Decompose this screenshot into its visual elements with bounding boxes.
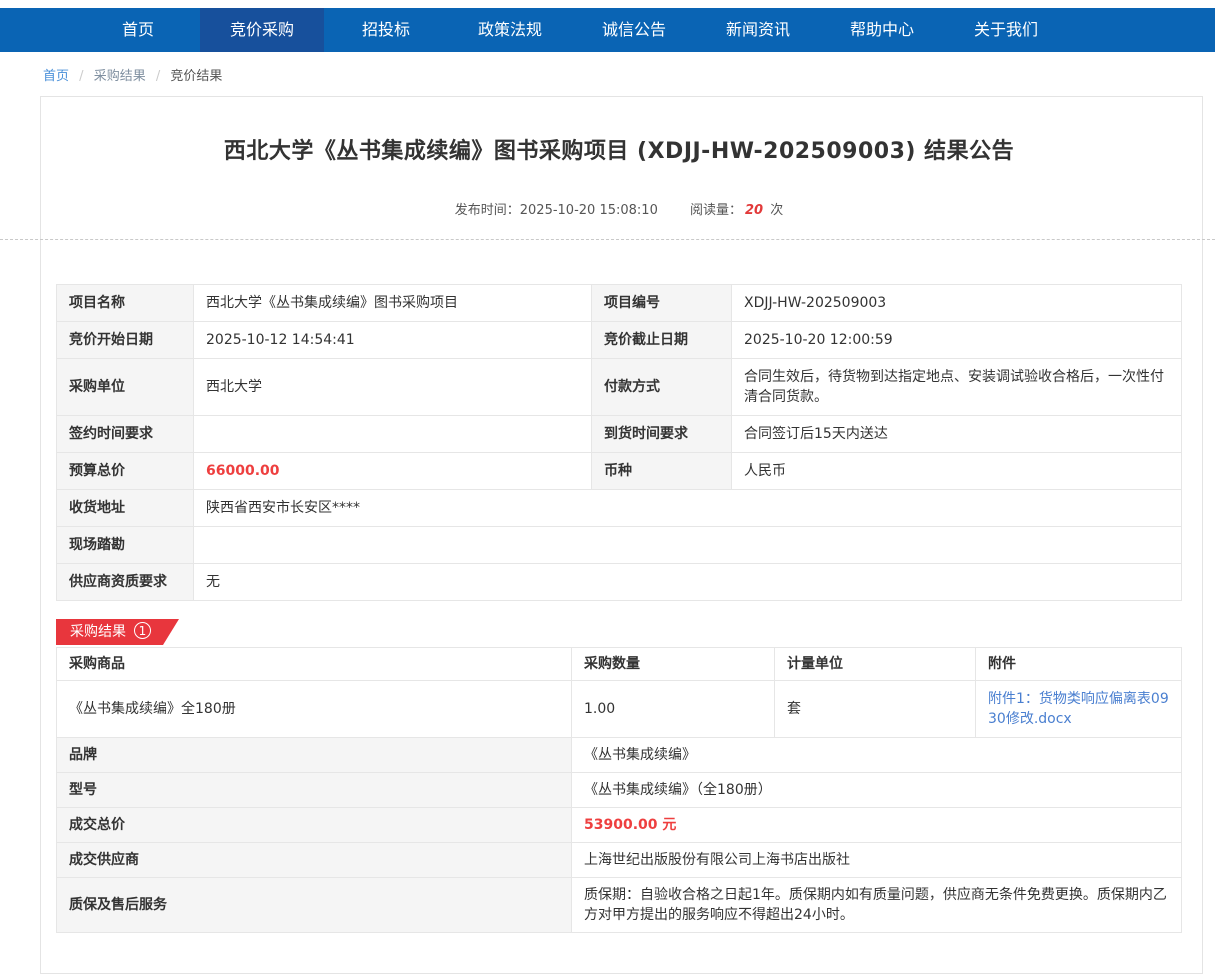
nav-item-policies[interactable]: 政策法规 <box>448 8 572 52</box>
project-info-table: 项目名称 西北大学《丛书集成续编》图书采购项目 项目编号 XDJJ-HW-202… <box>56 284 1182 601</box>
supplier-value: 上海世纪出版股份有限公司上海书店出版社 <box>572 843 1182 878</box>
table-row: 品牌 《丛书集成续编》 <box>57 738 1182 773</box>
nav-item-integrity-notice[interactable]: 诚信公告 <box>572 8 696 52</box>
purchase-result-badge: 采购结果 1 <box>56 619 179 645</box>
field-label: 竞价开始日期 <box>57 322 194 359</box>
purchase-quantity: 1.00 <box>572 681 775 738</box>
table-row: 签约时间要求 到货时间要求 合同签订后15天内送达 <box>57 416 1182 453</box>
field-label: 币种 <box>592 453 732 490</box>
field-label: 收货地址 <box>57 490 194 527</box>
purchase-result-table: 采购商品 采购数量 计量单位 附件 《丛书集成续编》全180册 1.00 套 附… <box>56 647 1182 933</box>
field-label: 项目名称 <box>57 285 194 322</box>
field-label: 签约时间要求 <box>57 416 194 453</box>
field-value: 西北大学《丛书集成续编》图书采购项目 <box>194 285 592 322</box>
column-header-quantity: 采购数量 <box>572 648 775 681</box>
field-value: 2025-10-20 12:00:59 <box>732 322 1182 359</box>
view-count-label: 阅读量： <box>690 203 742 218</box>
view-count-value: 20 <box>745 203 763 218</box>
field-value <box>194 416 592 453</box>
table-row: 竞价开始日期 2025-10-12 14:54:41 竞价截止日期 2025-1… <box>57 322 1182 359</box>
article-meta: 发布时间：2025-10-20 15:08:10 阅读量：20 次 <box>56 199 1182 218</box>
nav-item-news[interactable]: 新闻资讯 <box>696 8 820 52</box>
warranty-value: 质保期：自验收合格之日起1年。质保期内如有质量问题，供应商无条件免费更换。质保期… <box>572 878 1182 933</box>
view-count: 阅读量：20 次 <box>690 203 783 218</box>
publish-time-label: 发布时间： <box>455 203 520 218</box>
column-header-attachment: 附件 <box>976 648 1182 681</box>
field-value: 陕西省西安市长安区**** <box>194 490 1182 527</box>
field-label: 现场踏勘 <box>57 527 194 564</box>
column-header-unit: 计量单位 <box>775 648 976 681</box>
breadcrumb-separator: / <box>156 69 160 84</box>
table-row: 《丛书集成续编》全180册 1.00 套 附件1：货物类响应偏离表0930修改.… <box>57 681 1182 738</box>
table-row: 质保及售后服务 质保期：自验收合格之日起1年。质保期内如有质量问题，供应商无条件… <box>57 878 1182 933</box>
field-value: 合同签订后15天内送达 <box>732 416 1182 453</box>
field-label: 成交供应商 <box>57 843 572 878</box>
nav-item-bidding-purchase[interactable]: 竞价采购 <box>200 8 324 52</box>
top-navbar: 首页 竞价采购 招投标 政策法规 诚信公告 新闻资讯 帮助中心 关于我们 <box>0 8 1215 52</box>
view-count-unit: 次 <box>770 203 783 218</box>
publish-time-value: 2025-10-20 15:08:10 <box>520 203 658 218</box>
field-label: 付款方式 <box>592 359 732 416</box>
field-label: 竞价截止日期 <box>592 322 732 359</box>
nav-item-tender[interactable]: 招投标 <box>324 8 448 52</box>
product-name: 《丛书集成续编》全180册 <box>57 681 572 738</box>
breadcrumb: 首页 / 采购结果 / 竞价结果 <box>43 65 1215 84</box>
field-value: 《丛书集成续编》 <box>572 738 1182 773</box>
nav-item-home[interactable]: 首页 <box>76 8 200 52</box>
table-row: 采购单位 西北大学 付款方式 合同生效后，待货物到达指定地点、安装调试验收合格后… <box>57 359 1182 416</box>
column-header-product: 采购商品 <box>57 648 572 681</box>
table-row: 供应商资质要求 无 <box>57 564 1182 601</box>
field-label: 质保及售后服务 <box>57 878 572 933</box>
purchase-result-badge-label: 采购结果 <box>70 624 126 640</box>
breadcrumb-home-link[interactable]: 首页 <box>43 69 69 84</box>
table-row: 成交总价 53900.00 元 <box>57 808 1182 843</box>
table-row: 型号 《丛书集成续编》（全180册） <box>57 773 1182 808</box>
budget-total-value: 66000.00 <box>194 453 592 490</box>
field-label: 采购单位 <box>57 359 194 416</box>
field-value: 《丛书集成续编》（全180册） <box>572 773 1182 808</box>
field-value: 2025-10-12 14:54:41 <box>194 322 592 359</box>
breadcrumb-separator: / <box>79 69 83 84</box>
field-value: XDJJ-HW-202509003 <box>732 285 1182 322</box>
breadcrumb-purchase-results-link[interactable]: 采购结果 <box>94 69 146 84</box>
publish-time: 发布时间：2025-10-20 15:08:10 <box>455 203 658 218</box>
breadcrumb-current-page: 竞价结果 <box>170 69 222 84</box>
field-label: 成交总价 <box>57 808 572 843</box>
attachment-link[interactable]: 附件1：货物类响应偏离表0930修改.docx <box>988 691 1169 727</box>
result-count-badge: 1 <box>134 622 151 639</box>
table-row: 成交供应商 上海世纪出版股份有限公司上海书店出版社 <box>57 843 1182 878</box>
announcement-card: 西北大学《丛书集成续编》图书采购项目 (XDJJ-HW-202509003) 结… <box>40 96 1203 974</box>
page-title: 西北大学《丛书集成续编》图书采购项目 (XDJJ-HW-202509003) 结… <box>56 133 1182 165</box>
dashed-divider <box>0 239 1215 240</box>
measure-unit: 套 <box>775 681 976 738</box>
nav-item-about-us[interactable]: 关于我们 <box>944 8 1068 52</box>
deal-price-value: 53900.00 元 <box>572 808 1182 843</box>
field-value: 西北大学 <box>194 359 592 416</box>
table-row: 收货地址 陕西省西安市长安区**** <box>57 490 1182 527</box>
field-label: 到货时间要求 <box>592 416 732 453</box>
field-label: 供应商资质要求 <box>57 564 194 601</box>
table-row: 项目名称 西北大学《丛书集成续编》图书采购项目 项目编号 XDJJ-HW-202… <box>57 285 1182 322</box>
field-label: 预算总价 <box>57 453 194 490</box>
field-value: 人民币 <box>732 453 1182 490</box>
nav-item-help-center[interactable]: 帮助中心 <box>820 8 944 52</box>
field-value: 无 <box>194 564 1182 601</box>
field-value <box>194 527 1182 564</box>
field-label: 型号 <box>57 773 572 808</box>
table-header-row: 采购商品 采购数量 计量单位 附件 <box>57 648 1182 681</box>
field-label: 项目编号 <box>592 285 732 322</box>
field-label: 品牌 <box>57 738 572 773</box>
field-value: 合同生效后，待货物到达指定地点、安装调试验收合格后，一次性付清合同货款。 <box>732 359 1182 416</box>
table-row: 预算总价 66000.00 币种 人民币 <box>57 453 1182 490</box>
table-row: 现场踏勘 <box>57 527 1182 564</box>
